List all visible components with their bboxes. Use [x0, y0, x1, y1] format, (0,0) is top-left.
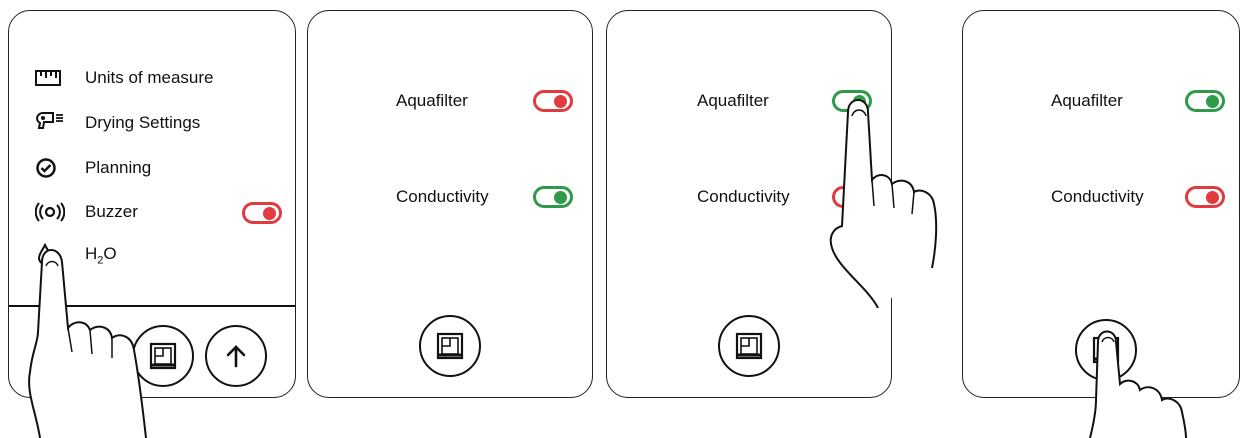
buzzer-toggle[interactable] [242, 202, 282, 224]
aquafilter-label: Aquafilter [396, 91, 468, 110]
toggle-knob [1206, 95, 1219, 108]
hand-pointer-icon [829, 99, 938, 308]
menu-item-units[interactable]: Units of measure [35, 63, 214, 93]
conductivity-toggle[interactable] [533, 186, 573, 208]
toggle-knob [554, 191, 567, 204]
menu-item-planning[interactable]: Planning [35, 153, 151, 183]
buzzer-icon [35, 200, 65, 224]
aquafilter-label: Aquafilter [1051, 91, 1123, 110]
conductivity-label: Conductivity [697, 187, 790, 206]
toggle-knob [1206, 191, 1219, 204]
frame-icon [436, 332, 464, 360]
menu-item-label: Buzzer [85, 202, 138, 221]
up-button[interactable] [205, 325, 267, 387]
check-circle-icon [35, 156, 65, 180]
conductivity-label: Conductivity [1051, 187, 1144, 206]
hand-pointer-icon [1089, 330, 1187, 438]
hand-pointer-icon [28, 249, 147, 438]
water-settings-panel-1: Aquafilter Conductivity [307, 10, 593, 398]
aquafilter-label: Aquafilter [697, 91, 769, 110]
aquafilter-toggle[interactable] [1185, 90, 1225, 112]
frame-icon [735, 332, 763, 360]
menu-item-buzzer[interactable]: Buzzer [35, 197, 138, 227]
conductivity-toggle[interactable] [1185, 186, 1225, 208]
menu-item-label: Units of measure [85, 68, 214, 87]
arrow-up-icon [226, 345, 246, 368]
hair-dryer-icon [35, 111, 65, 135]
menu-item-drying-settings[interactable]: Drying Settings [35, 108, 200, 138]
aquafilter-toggle[interactable] [533, 90, 573, 112]
conductivity-label: Conductivity [396, 187, 489, 206]
menu-item-label: Planning [85, 158, 152, 177]
frame-button[interactable] [419, 315, 481, 377]
toggle-knob [554, 95, 567, 108]
ruler-icon [35, 66, 65, 90]
frame-button[interactable] [718, 315, 780, 377]
menu-item-label: Drying Settings [85, 113, 201, 132]
toggle-knob [263, 207, 276, 220]
